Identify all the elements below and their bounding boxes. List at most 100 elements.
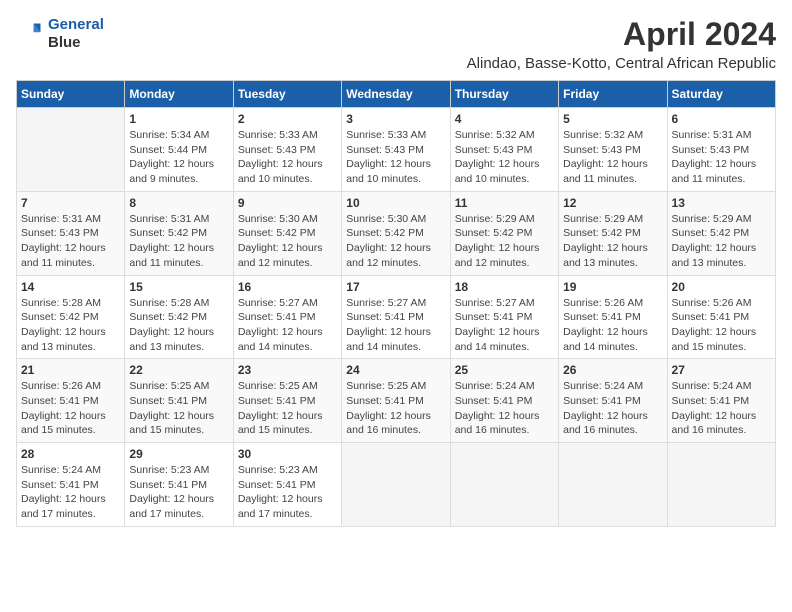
calendar-cell: 5 Sunrise: 5:32 AM Sunset: 5:43 PM Daylig… (559, 108, 667, 192)
calendar-cell: 21 Sunrise: 5:26 AM Sunset: 5:41 PM Dayli… (17, 359, 125, 443)
day-info: Sunrise: 5:31 AM Sunset: 5:43 PM Dayligh… (21, 212, 120, 271)
day-number: 19 (563, 280, 662, 294)
logo-icon (16, 20, 44, 48)
day-number: 14 (21, 280, 120, 294)
day-info: Sunrise: 5:34 AM Sunset: 5:44 PM Dayligh… (129, 128, 228, 187)
calendar-week-1: 1 Sunrise: 5:34 AM Sunset: 5:44 PM Daylig… (17, 108, 776, 192)
day-info: Sunrise: 5:32 AM Sunset: 5:43 PM Dayligh… (455, 128, 554, 187)
day-info: Sunrise: 5:29 AM Sunset: 5:42 PM Dayligh… (672, 212, 771, 271)
calendar-week-2: 7 Sunrise: 5:31 AM Sunset: 5:43 PM Daylig… (17, 191, 776, 275)
day-info: Sunrise: 5:30 AM Sunset: 5:42 PM Dayligh… (346, 212, 445, 271)
header-wednesday: Wednesday (342, 81, 450, 108)
day-info: Sunrise: 5:27 AM Sunset: 5:41 PM Dayligh… (238, 296, 337, 355)
calendar-week-4: 21 Sunrise: 5:26 AM Sunset: 5:41 PM Dayli… (17, 359, 776, 443)
day-info: Sunrise: 5:31 AM Sunset: 5:42 PM Dayligh… (129, 212, 228, 271)
day-number: 18 (455, 280, 554, 294)
calendar-cell: 26 Sunrise: 5:24 AM Sunset: 5:41 PM Dayli… (559, 359, 667, 443)
logo-text: General Blue (48, 16, 104, 52)
page-header: General Blue April 2024 Alindao, Basse-K… (16, 16, 776, 72)
day-number: 27 (672, 363, 771, 377)
day-info: Sunrise: 5:24 AM Sunset: 5:41 PM Dayligh… (563, 379, 662, 438)
title-section: April 2024 Alindao, Basse-Kotto, Central… (467, 16, 776, 72)
calendar-cell: 20Sunrise: 5:26 AM Sunset: 5:41 PM Dayli… (667, 275, 775, 359)
calendar-cell: 12Sunrise: 5:29 AM Sunset: 5:42 PM Dayli… (559, 191, 667, 275)
day-info: Sunrise: 5:25 AM Sunset: 5:41 PM Dayligh… (238, 379, 337, 438)
day-info: Sunrise: 5:33 AM Sunset: 5:43 PM Dayligh… (238, 128, 337, 187)
calendar-cell: 27 Sunrise: 5:24 AM Sunset: 5:41 PM Dayli… (667, 359, 775, 443)
day-info: Sunrise: 5:29 AM Sunset: 5:42 PM Dayligh… (455, 212, 554, 271)
day-number: 4 (455, 112, 554, 126)
logo: General Blue (16, 16, 104, 52)
calendar-cell: 13 Sunrise: 5:29 AM Sunset: 5:42 PM Dayli… (667, 191, 775, 275)
day-info: Sunrise: 5:24 AM Sunset: 5:41 PM Dayligh… (455, 379, 554, 438)
day-number: 30 (238, 447, 337, 461)
day-number: 6 (672, 112, 771, 126)
day-info: Sunrise: 5:30 AM Sunset: 5:42 PM Dayligh… (238, 212, 337, 271)
day-info: Sunrise: 5:26 AM Sunset: 5:41 PM Dayligh… (672, 296, 771, 355)
calendar-cell: 10 Sunrise: 5:30 AM Sunset: 5:42 PM Dayli… (342, 191, 450, 275)
day-number: 21 (21, 363, 120, 377)
day-number: 13 (672, 196, 771, 210)
calendar-cell: 19Sunrise: 5:26 AM Sunset: 5:41 PM Dayli… (559, 275, 667, 359)
day-number: 23 (238, 363, 337, 377)
day-number: 9 (238, 196, 337, 210)
calendar-cell (450, 443, 558, 527)
calendar-cell (342, 443, 450, 527)
day-number: 16 (238, 280, 337, 294)
day-number: 8 (129, 196, 228, 210)
calendar-cell: 4 Sunrise: 5:32 AM Sunset: 5:43 PM Daylig… (450, 108, 558, 192)
calendar-cell: 22 Sunrise: 5:25 AM Sunset: 5:41 PM Dayli… (125, 359, 233, 443)
day-info: Sunrise: 5:31 AM Sunset: 5:43 PM Dayligh… (672, 128, 771, 187)
main-title: April 2024 (467, 16, 776, 53)
calendar-cell: 6 Sunrise: 5:31 AM Sunset: 5:43 PM Daylig… (667, 108, 775, 192)
day-info: Sunrise: 5:24 AM Sunset: 5:41 PM Dayligh… (672, 379, 771, 438)
calendar-cell: 25 Sunrise: 5:24 AM Sunset: 5:41 PM Dayli… (450, 359, 558, 443)
day-info: Sunrise: 5:26 AM Sunset: 5:41 PM Dayligh… (21, 379, 120, 438)
day-number: 28 (21, 447, 120, 461)
header-monday: Monday (125, 81, 233, 108)
calendar-week-3: 14 Sunrise: 5:28 AM Sunset: 5:42 PM Dayli… (17, 275, 776, 359)
day-info: Sunrise: 5:27 AM Sunset: 5:41 PM Dayligh… (455, 296, 554, 355)
day-info: Sunrise: 5:25 AM Sunset: 5:41 PM Dayligh… (129, 379, 228, 438)
header-saturday: Saturday (667, 81, 775, 108)
calendar-table: SundayMondayTuesdayWednesdayThursdayFrid… (16, 80, 776, 527)
day-number: 22 (129, 363, 228, 377)
calendar-cell (559, 443, 667, 527)
calendar-cell: 8 Sunrise: 5:31 AM Sunset: 5:42 PM Daylig… (125, 191, 233, 275)
header-sunday: Sunday (17, 81, 125, 108)
calendar-cell: 28 Sunrise: 5:24 AM Sunset: 5:41 PM Dayli… (17, 443, 125, 527)
calendar-cell: 7 Sunrise: 5:31 AM Sunset: 5:43 PM Daylig… (17, 191, 125, 275)
day-number: 10 (346, 196, 445, 210)
calendar-cell: 1 Sunrise: 5:34 AM Sunset: 5:44 PM Daylig… (125, 108, 233, 192)
header-friday: Friday (559, 81, 667, 108)
calendar-cell: 17 Sunrise: 5:27 AM Sunset: 5:41 PM Dayli… (342, 275, 450, 359)
calendar-cell (667, 443, 775, 527)
calendar-cell: 23 Sunrise: 5:25 AM Sunset: 5:41 PM Dayli… (233, 359, 341, 443)
day-info: Sunrise: 5:28 AM Sunset: 5:42 PM Dayligh… (129, 296, 228, 355)
day-number: 17 (346, 280, 445, 294)
header-tuesday: Tuesday (233, 81, 341, 108)
day-info: Sunrise: 5:24 AM Sunset: 5:41 PM Dayligh… (21, 463, 120, 522)
calendar-cell: 15Sunrise: 5:28 AM Sunset: 5:42 PM Dayli… (125, 275, 233, 359)
day-number: 5 (563, 112, 662, 126)
calendar-cell: 2Sunrise: 5:33 AM Sunset: 5:43 PM Daylig… (233, 108, 341, 192)
day-info: Sunrise: 5:32 AM Sunset: 5:43 PM Dayligh… (563, 128, 662, 187)
calendar-cell: 14Sunrise: 5:28 AM Sunset: 5:42 PM Dayli… (17, 275, 125, 359)
day-number: 3 (346, 112, 445, 126)
day-number: 7 (21, 196, 120, 210)
calendar-cell: 9 Sunrise: 5:30 AM Sunset: 5:42 PM Daylig… (233, 191, 341, 275)
day-info: Sunrise: 5:33 AM Sunset: 5:43 PM Dayligh… (346, 128, 445, 187)
calendar-cell: 16 Sunrise: 5:27 AM Sunset: 5:41 PM Dayli… (233, 275, 341, 359)
calendar-cell (17, 108, 125, 192)
subtitle: Alindao, Basse-Kotto, Central African Re… (467, 55, 776, 72)
calendar-week-5: 28 Sunrise: 5:24 AM Sunset: 5:41 PM Dayli… (17, 443, 776, 527)
calendar-cell: 11 Sunrise: 5:29 AM Sunset: 5:42 PM Dayli… (450, 191, 558, 275)
day-number: 11 (455, 196, 554, 210)
day-number: 1 (129, 112, 228, 126)
day-number: 26 (563, 363, 662, 377)
day-info: Sunrise: 5:27 AM Sunset: 5:41 PM Dayligh… (346, 296, 445, 355)
calendar-cell: 18 Sunrise: 5:27 AM Sunset: 5:41 PM Dayli… (450, 275, 558, 359)
calendar-cell: 30Sunrise: 5:23 AM Sunset: 5:41 PM Dayli… (233, 443, 341, 527)
day-info: Sunrise: 5:23 AM Sunset: 5:41 PM Dayligh… (129, 463, 228, 522)
day-number: 25 (455, 363, 554, 377)
